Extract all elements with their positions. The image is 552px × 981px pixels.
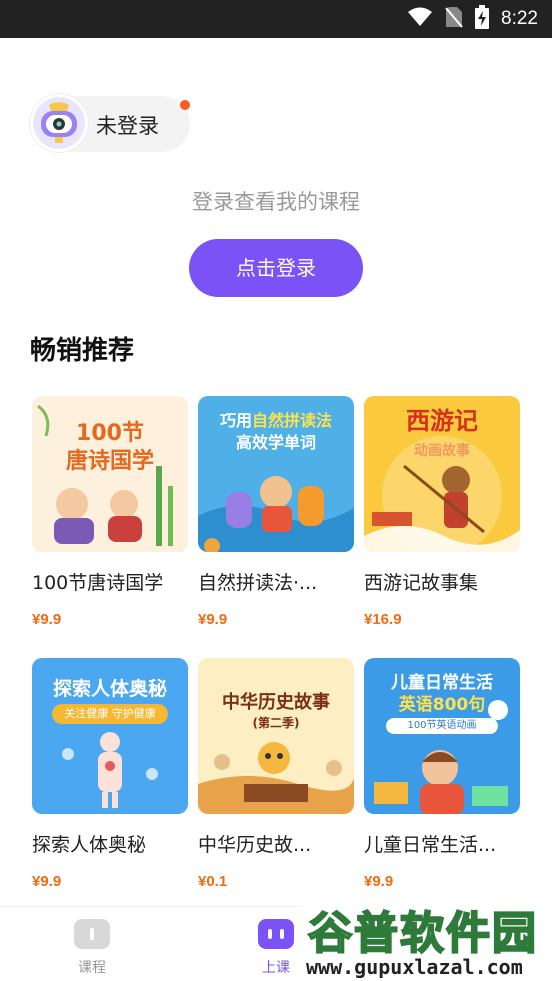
course-cover: 巧用自然拼读法 高效学单词: [198, 396, 354, 552]
course-price: ¥16.9: [364, 611, 402, 628]
course-price: ¥9.9: [32, 873, 62, 890]
course-cover: 探索人体奥秘 关注健康 守护健康: [32, 658, 188, 814]
status-bar: 8:22: [0, 0, 552, 38]
course-cover: 西游记 动画故事: [364, 396, 520, 552]
course-title: 100节唐诗国学: [32, 572, 164, 594]
tab-courses[interactable]: 课程: [52, 919, 132, 977]
course-cover: 儿童日常生活 英语800句 100节英语动画: [364, 658, 520, 814]
course-card[interactable]: 巧用自然拼读法 高效学单词 自然拼读法·... ¥9.9: [198, 396, 354, 628]
course-card[interactable]: 100节 唐诗国学 100节唐诗国学 ¥9.9: [32, 396, 188, 628]
login-tip: 登录查看我的课程: [192, 190, 360, 214]
tv-icon: [258, 919, 294, 949]
course-cover: 中华历史故事 (第二季): [198, 658, 354, 814]
wifi-icon: [407, 6, 433, 32]
course-price: ¥0.1: [198, 873, 228, 890]
course-card[interactable]: 儿童日常生活 英语800句 100节英语动画 儿童日常生活... ¥9.9: [364, 658, 520, 890]
battery-charging-icon: [475, 5, 490, 33]
user-name-label: 未登录: [96, 114, 159, 138]
course-price: ¥9.9: [32, 611, 62, 628]
course-card[interactable]: 探索人体奥秘 关注健康 守护健康 探索人体奥秘 ¥9.9: [32, 658, 188, 890]
section-title: 畅销推荐: [30, 336, 135, 366]
watermark-title: 谷普软件园: [307, 907, 538, 960]
watermark-url: www.gupuxlazal.com: [306, 955, 523, 979]
course-title: 中华历史故...: [198, 834, 312, 856]
book-icon: [74, 919, 110, 949]
avatar: [30, 94, 88, 152]
course-cover: 100节 唐诗国学: [32, 396, 188, 552]
login-button[interactable]: 点击登录: [189, 239, 363, 297]
course-title: 西游记故事集: [364, 572, 479, 594]
course-price: ¥9.9: [198, 611, 228, 628]
watermark: 谷普软件园 www.gupuxlazal.com: [302, 893, 552, 981]
status-time: 8:22: [501, 8, 538, 29]
course-price: ¥9.9: [364, 873, 394, 890]
notification-dot: [180, 100, 190, 110]
course-card[interactable]: 西游记 动画故事 西游记故事集 ¥16.9: [364, 396, 520, 628]
course-title: 探索人体奥秘: [32, 834, 147, 856]
course-title: 自然拼读法·...: [198, 572, 318, 594]
no-sim-icon: [445, 6, 463, 32]
course-title: 儿童日常生活...: [364, 834, 497, 856]
course-card[interactable]: 中华历史故事 (第二季) 中华历史故... ¥0.1: [198, 658, 354, 890]
tab-label: 课程: [78, 960, 106, 976]
user-login-pill[interactable]: 未登录: [30, 94, 190, 152]
